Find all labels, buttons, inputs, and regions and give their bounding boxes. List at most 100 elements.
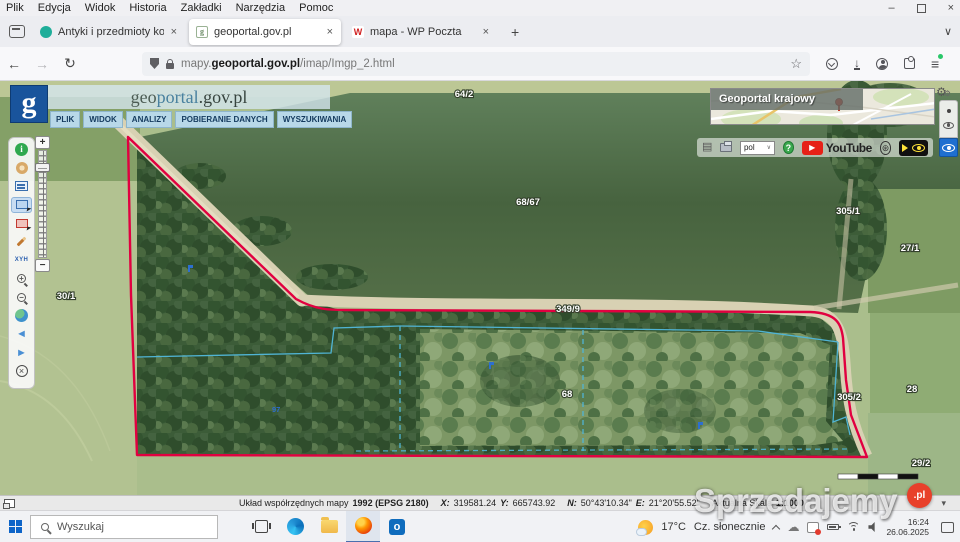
zoom-in-tool-button[interactable]: + [11,271,32,287]
geoportal-menu: PLIK WIDOK ANALIZY POBIERANIE DANYCH WYS… [50,111,353,128]
taskbar-clock[interactable]: 16:24 26.06.2025 [886,517,929,537]
menu-plik[interactable]: Plik [6,2,24,14]
globe-wheel-icon[interactable]: ⊛ [879,140,892,155]
url-text[interactable]: mapy.geoportal.gov.pl/imap/Imgp_2.html [181,58,783,70]
tab-title: geoportal.gov.pl [214,25,292,38]
onedrive-icon[interactable]: ☁ [787,521,799,533]
firefox-view-icon[interactable] [9,25,25,38]
window-close-button[interactable]: × [948,2,954,14]
settings-gears-icon[interactable]: ⚙⚙ [936,86,951,100]
identify-tool-button[interactable] [11,160,32,176]
tracking-protection-shield-icon[interactable] [150,58,159,69]
pocket-icon[interactable] [826,57,838,70]
tab-wp-poczta[interactable]: W mapa - WP Poczta × [345,19,497,45]
extensions-icon[interactable] [904,56,915,69]
reload-button[interactable]: ↻ [56,55,84,72]
next-view-button[interactable]: ► [11,345,32,361]
visibility-toggle-button[interactable] [899,139,928,156]
youtube-button[interactable]: ▶ YouTube [801,140,872,155]
tab-close-icon[interactable]: × [170,26,178,38]
tab-geoportal[interactable]: g geoportal.gov.pl × [189,18,341,45]
zoom-out-button[interactable]: − [35,259,50,272]
browser-menubar: Plik Edycja Widok Historia Zakładki Narz… [0,0,960,16]
parcel-label: 349/9 [556,304,580,315]
dot-icon[interactable] [946,109,951,114]
help-icon[interactable]: ? [783,141,794,154]
language-select[interactable]: pol ∨ [739,140,775,155]
notification-center-icon[interactable] [941,521,954,533]
tab-antyki[interactable]: Antyki i przedmioty kolekcjone × [33,19,185,45]
hidden-icons-chevron[interactable] [772,524,781,533]
statusbar-window-icon[interactable] [3,498,15,509]
tab-close-icon[interactable]: × [482,26,490,38]
forward-button[interactable]: → [28,56,56,72]
eye-small-icon[interactable] [943,121,954,129]
close-tool-button[interactable]: × [11,363,32,379]
language-value: pol [743,143,755,152]
clear-selection-button[interactable] [11,215,32,231]
menu-pobieranie-button[interactable]: POBIERANIE DANYCH [175,111,274,128]
weather-icon[interactable] [636,519,654,536]
menu-narzedzia[interactable]: Narzędzia [236,2,286,14]
zoom-in-button[interactable]: + [35,136,50,149]
new-tab-button[interactable]: + [501,24,529,40]
menu-wyszukiwania-button[interactable]: WYSZUKIWANIA [276,111,353,128]
layer-visibility-button[interactable] [939,138,958,157]
wifi-icon[interactable] [847,522,861,532]
arrow-left-icon: ◄ [16,328,27,340]
overview-minimap[interactable]: Geoportal krajowy [710,88,935,125]
downloads-icon[interactable]: ↓ [854,57,860,70]
tab-close-icon[interactable]: × [326,26,334,38]
back-button[interactable]: ← [0,56,28,72]
coordinates-button[interactable]: XYH [11,252,32,268]
map-statusbar: Układ współrzędnych mapy 1992 (EPSG 2180… [0,495,960,510]
battery-icon[interactable] [827,524,842,530]
task-view-button[interactable] [244,511,278,542]
attribute-table-button[interactable] [11,178,32,194]
outlook-button[interactable]: o [380,511,414,542]
time: 16:24 [907,517,929,527]
zoom-slider-handle[interactable] [35,163,50,172]
parcel-label: 29/2 [912,458,931,469]
full-extent-button[interactable] [11,308,32,324]
menu-widok-button[interactable]: WIDOK [83,111,123,128]
window-minimize-button[interactable]: – [888,2,894,14]
print-icon[interactable] [720,141,732,152]
x-value: 319581.24 [453,498,497,508]
temperature[interactable]: 17°C [661,521,686,533]
statusbar-dropdown-icon[interactable]: ▾ [941,498,946,509]
app-notification-icon[interactable] [807,521,822,535]
firefox-button[interactable] [346,510,380,542]
pencil-icon [16,236,27,247]
menu-pomoc[interactable]: Pomoc [299,2,333,14]
scale-label: Aktualna Skala [711,498,772,508]
start-button[interactable] [0,511,30,542]
edge-button[interactable] [278,511,312,542]
account-icon[interactable] [876,57,888,70]
file-explorer-button[interactable] [312,511,346,542]
legend-icon[interactable]: ▤ [702,141,712,154]
menu-historia[interactable]: Historia [129,2,166,14]
zoom-out-tool-button[interactable]: − [11,289,32,305]
list-all-tabs-icon[interactable]: ∨ [944,25,952,38]
window-maximize-button[interactable] [916,3,926,13]
menu-zakladki[interactable]: Zakładki [181,2,222,14]
select-area-button[interactable] [11,196,32,213]
statusbar-readout: Układ współrzędnych mapy 1992 (EPSG 2180… [239,498,804,508]
e-value: 21°20'55.52" [648,498,700,508]
lock-icon[interactable] [166,58,174,69]
menu-widok[interactable]: Widok [85,2,116,14]
url-bar[interactable]: mapy.geoportal.gov.pl/imap/Imgp_2.html ☆ [142,51,810,76]
taskbar-search-input[interactable]: Wyszukaj [30,514,218,539]
bookmark-star-icon[interactable]: ☆ [790,56,802,72]
volume-icon[interactable] [868,522,875,532]
menu-edycja[interactable]: Edycja [38,2,71,14]
geoportal-logo[interactable]: g [10,85,48,123]
weather-condition[interactable]: Cz. słonecznie [694,521,766,533]
app-menu-icon[interactable]: ≡ [931,53,944,72]
menu-analizy-button[interactable]: ANALIZY [125,111,173,128]
menu-plik-button[interactable]: PLIK [50,111,81,128]
previous-view-button[interactable]: ◄ [11,326,32,342]
draw-measure-button[interactable] [11,234,32,250]
info-tool-button[interactable]: i [11,141,32,157]
